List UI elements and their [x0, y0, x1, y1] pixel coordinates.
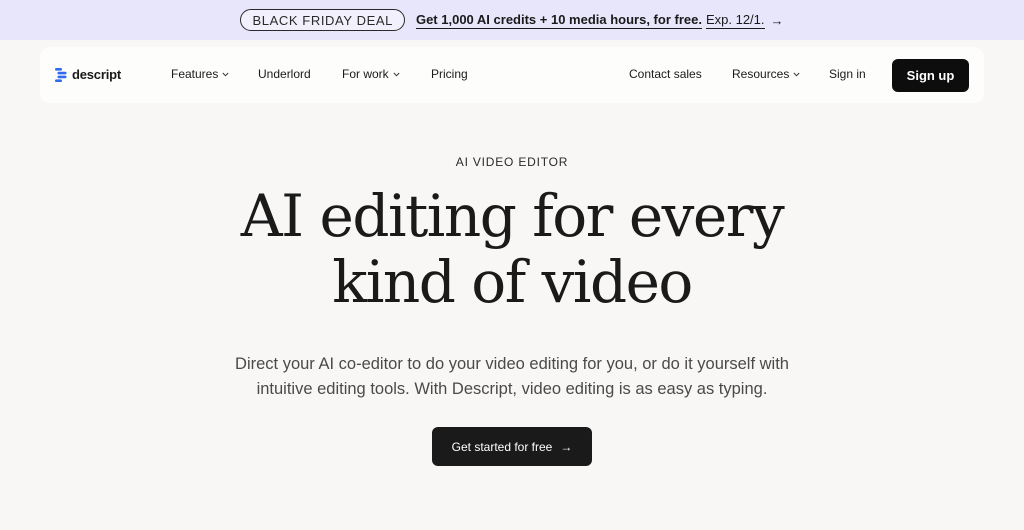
hero-subheading-line-1: Direct your AI co-editor to do your vide…: [235, 355, 789, 373]
chevron-down-icon: [393, 72, 400, 76]
promo-badge[interactable]: BLACK FRIDAY DEAL: [240, 9, 405, 31]
promo-expiry: Exp. 12/1.: [705, 11, 765, 29]
descript-logo-icon: [55, 67, 67, 82]
hero-headline-line-2: kind of video: [332, 248, 693, 316]
get-started-button[interactable]: Get started for free →: [432, 427, 592, 466]
nav-item-for-work[interactable]: For work: [342, 67, 400, 81]
nav-item-label: For work: [342, 67, 389, 81]
hero-headline-line-1: AI editing for every: [240, 182, 785, 250]
nav-item-label: Sign in: [829, 67, 866, 81]
chevron-down-icon: [793, 72, 800, 76]
arrow-right-icon: →: [560, 439, 573, 454]
nav-item-features[interactable]: Features: [171, 67, 229, 81]
nav-item-label: Underlord: [258, 67, 311, 81]
nav-item-label: Resources: [732, 67, 790, 81]
nav-item-resources[interactable]: Resources: [732, 67, 800, 81]
promo-banner: BLACK FRIDAY DEAL Get 1,000 AI credits +…: [0, 0, 1024, 40]
logo-wordmark: descript: [72, 67, 121, 82]
hero-headline: AI editing for every kind of video: [0, 183, 1024, 315]
nav-item-underlord[interactable]: Underlord: [258, 67, 311, 81]
arrow-right-icon: →: [770, 12, 784, 28]
nav-item-contact-sales[interactable]: Contact sales: [629, 67, 702, 81]
main-nav: descript Features Underlord For work Pri…: [40, 47, 984, 103]
get-started-label: Get started for free: [451, 439, 553, 454]
nav-item-label: Contact sales: [629, 67, 702, 81]
nav-item-label: Pricing: [431, 67, 468, 81]
descript-logo[interactable]: descript: [55, 67, 121, 82]
nav-item-pricing[interactable]: Pricing: [431, 67, 468, 81]
sign-up-button[interactable]: Sign up: [892, 59, 969, 92]
hero-eyebrow: AI VIDEO EDITOR: [455, 155, 569, 169]
hero-subheading-line-2: intuitive editing tools. With Descript, …: [256, 380, 768, 398]
promo-link[interactable]: Get 1,000 AI credits + 10 media hours, f…: [415, 11, 784, 29]
nav-item-label: Features: [171, 67, 219, 81]
chevron-down-icon: [222, 72, 229, 76]
nav-item-sign-in[interactable]: Sign in: [829, 67, 866, 81]
hero-subheading: Direct your AI co-editor to do your vide…: [0, 352, 1024, 402]
promo-offer-text: Get 1,000 AI credits + 10 media hours, f…: [415, 11, 702, 29]
